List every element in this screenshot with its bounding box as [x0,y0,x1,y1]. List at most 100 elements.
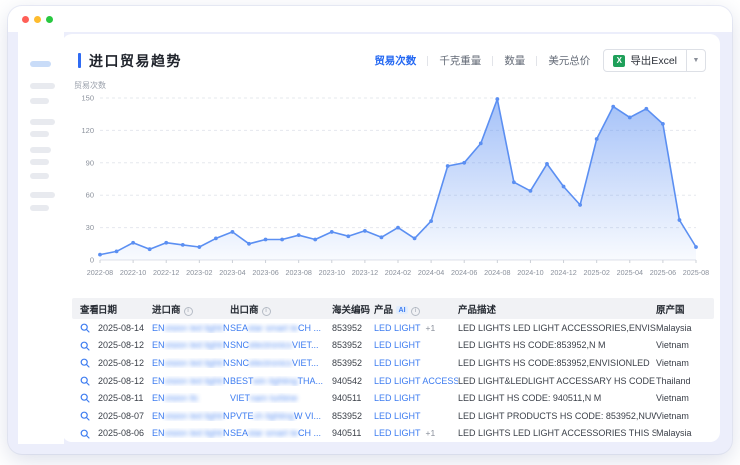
company-name-prefix: SNC [230,358,249,368]
column-header-label: 产品 [374,305,393,316]
minimize-window-icon[interactable] [34,16,41,23]
exporter-link[interactable]: VIETnam turbine [230,393,332,403]
export-button-group: X 导出Excel ▼ [603,49,706,72]
product-link[interactable]: LED LIGHT [374,323,421,333]
tab-kg-weight[interactable]: 千克重量 [439,53,481,68]
search-icon[interactable] [80,322,90,332]
svg-text:2022-10: 2022-10 [120,268,146,277]
sidebar-item[interactable] [30,205,49,211]
company-name-suffix: W VI... [294,411,321,421]
product-link[interactable]: LED LIGHT ACCESSORY [374,376,458,386]
panel-header: 进口贸易趋势 贸易次数 千克重量 数量 美元总价 X 导出Excel ▼ [62,34,720,76]
company-name-prefix: EN [152,376,165,386]
hs-code-cell: 853952 [332,323,374,333]
metric-tabs: 贸易次数 千克重量 数量 美元总价 X 导出Excel ▼ [374,49,706,72]
sidebar-item[interactable] [30,147,51,153]
hs-code-cell: 940511 [332,428,374,438]
importer-link[interactable]: ENvision led lightiNG L... [152,376,230,386]
origin-country-cell: Vietnam [656,358,700,368]
search-icon[interactable] [80,410,90,420]
company-name-suffix: CH ... [298,428,321,438]
exporter-link[interactable]: PVTEch lightingW VI... [230,411,332,421]
product-link[interactable]: LED LIGHT [374,393,421,403]
origin-country-cell: Malaysia [656,323,700,333]
tab-divider [536,56,537,66]
search-icon[interactable] [80,428,90,438]
product-link[interactable]: LED LIGHT [374,428,421,438]
excel-icon: X [613,55,625,67]
sidebar-item-active[interactable] [30,61,51,67]
column-header: 日期 [98,302,152,316]
importer-link[interactable]: ENvision led lightiNG L... [152,411,230,421]
sidebar-item[interactable] [30,119,55,125]
search-icon[interactable] [80,375,90,385]
search-icon[interactable] [80,393,90,403]
tab-trade-count[interactable]: 贸易次数 [374,53,416,68]
product-more-count[interactable]: +1 [426,428,436,438]
sidebar-item[interactable] [30,159,49,165]
exporter-link[interactable]: SNCelectronicsVIET... [230,358,332,368]
svg-text:90: 90 [86,158,94,167]
product-link[interactable]: LED LIGHT [374,411,421,421]
close-window-icon[interactable] [22,16,29,23]
company-name-suffix: NG L... [223,428,230,438]
export-excel-label: 导出Excel [630,53,677,68]
svg-text:2023-04: 2023-04 [219,268,245,277]
zoom-window-icon[interactable] [46,16,53,23]
description-cell: LED LIGHT HS CODE: 940511,N M [458,393,656,403]
sidebar-item[interactable] [30,173,49,179]
company-name-masked: electronics [249,340,292,350]
svg-text:2023-10: 2023-10 [319,268,345,277]
exporter-link[interactable]: SEAstar smart teCH ... [230,323,332,333]
company-name-suffix: VIET... [292,358,319,368]
table-header-row: 查看日期进口商i出口商i海关编码产品AIi产品描述原产国 [72,298,714,319]
company-name-masked: star smart te [248,323,298,333]
product-more-count[interactable]: +1 [426,323,436,333]
tab-quantity[interactable]: 数量 [504,53,525,68]
product-link[interactable]: LED LIGHT [374,340,421,350]
date-cell: 2025-08-06 [98,428,152,438]
svg-text:2024-04: 2024-04 [418,268,444,277]
importer-link[interactable]: ENvision led lightiNG L... [152,428,230,438]
company-name-masked: vision led lighti [165,428,224,438]
sidebar-item[interactable] [30,131,49,137]
search-icon[interactable] [80,358,90,368]
column-header: 产品描述 [458,302,656,316]
tab-usd-total[interactable]: 美元总价 [548,53,590,68]
svg-text:60: 60 [86,191,94,200]
company-name-prefix: SEA [230,323,248,333]
importer-link[interactable]: ENvision led lightiNG L... [152,323,230,333]
exporter-link[interactable]: BESTwin lightingTHA... [230,376,332,386]
origin-country-cell: Vietnam [656,411,700,421]
exporter-link[interactable]: SEAstar smart teCH ... [230,428,332,438]
sidebar-item[interactable] [30,83,55,89]
svg-text:2024-06: 2024-06 [451,268,477,277]
company-name-masked: electronics [249,358,292,368]
ai-badge: AI [396,306,408,314]
sidebar-item[interactable] [30,98,49,104]
app-window: 进口贸易趋势 贸易次数 千克重量 数量 美元总价 X 导出Excel ▼ [8,6,732,454]
area-chart-canvas[interactable]: 贸易次数03060901201502022-082022-102022-1220… [68,78,714,290]
company-name-prefix: VIET [230,393,250,403]
importer-link[interactable]: ENvision llc [152,393,230,403]
exporter-link[interactable]: SNCelectronicsVIET... [230,340,332,350]
shipments-table: 查看日期进口商i出口商i海关编码产品AIi产品描述原产国 2025-08-14E… [72,298,714,442]
search-icon[interactable] [80,340,90,350]
info-icon[interactable]: i [262,307,271,316]
svg-text:120: 120 [81,126,94,135]
view-cell [72,410,98,421]
product-link[interactable]: LED LIGHT [374,358,421,368]
importer-link[interactable]: ENvision led lightiNG L... [152,358,230,368]
svg-text:2025-02: 2025-02 [583,268,609,277]
export-excel-button[interactable]: X 导出Excel [604,50,686,71]
column-header-label: 日期 [98,305,117,316]
date-cell: 2025-08-12 [98,340,152,350]
info-icon[interactable]: i [411,307,420,316]
export-dropdown-caret[interactable]: ▼ [686,50,705,71]
product-cell: LED LIGHT [374,411,458,421]
date-cell: 2025-08-11 [98,393,152,403]
company-name-prefix: EN [152,358,165,368]
sidebar-item[interactable] [30,192,55,198]
importer-link[interactable]: ENvision led lightiNG L... [152,340,230,350]
info-icon[interactable]: i [184,307,193,316]
